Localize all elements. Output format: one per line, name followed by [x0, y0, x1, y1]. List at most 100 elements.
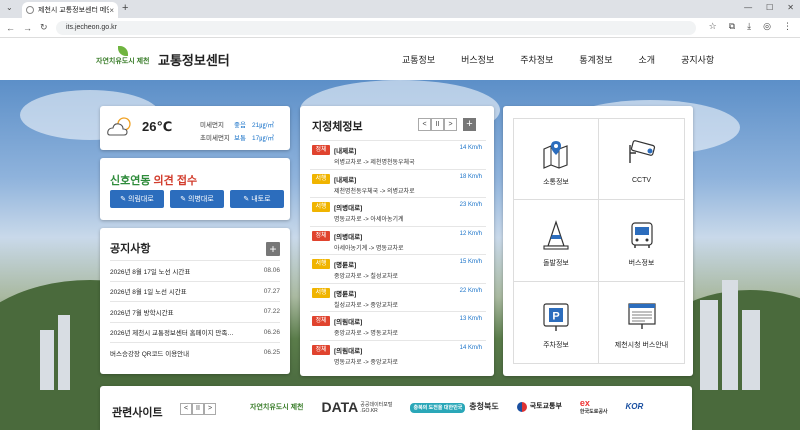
menu-parking[interactable]: P 주차정보: [514, 281, 599, 363]
notice-item-date: 07.27: [263, 287, 280, 295]
data-logo-text: DATA: [321, 398, 359, 415]
browser-tab[interactable]: 제천시 교통정보센터 메인 ×: [22, 2, 118, 18]
notice-title: 공지사항: [110, 243, 151, 255]
ultrafine-dust-label: 초미세먼지: [200, 135, 230, 142]
site-link-kor[interactable]: KOR: [626, 402, 644, 411]
site-link-chungbuk[interactable]: 충북의 도전을 대한민국 충청북도: [410, 401, 499, 413]
list-item[interactable]: 서행 [명륜로] 중앙교차로 -> 칠성교차로 15 Km/h: [310, 254, 486, 283]
new-tab-icon[interactable]: +: [122, 2, 128, 14]
tab-list-chevron-icon[interactable]: ⌄: [6, 3, 13, 12]
menu-cctv[interactable]: CCTV: [599, 119, 684, 201]
road-section: 의병교차로 -> 제천명천동우체국: [334, 160, 415, 166]
related-pause-button[interactable]: II: [192, 403, 204, 415]
url-field[interactable]: its.jecheon.go.kr: [56, 21, 696, 35]
complaint-button-label: 내토로: [251, 196, 271, 203]
road-speed: 14 Km/h: [459, 344, 482, 351]
notice-item-date: 06.25: [263, 349, 280, 357]
related-sites-panel: 관련사이트 < II > 자연치유도시 제천 DATA 공공데이터포털 .GO.KR…: [100, 386, 692, 430]
menu-icon[interactable]: ⋮: [783, 21, 792, 32]
congestion-pause-button[interactable]: II: [431, 118, 444, 131]
road-name: [내제로]: [334, 148, 357, 155]
opinion-icon: ✎: [180, 196, 189, 203]
road-speed: 13 Km/h: [459, 316, 482, 322]
ultrafine-dust: 초미세먼지 보통 17㎍/㎥: [200, 132, 286, 142]
list-item[interactable]: 정체 [의림대로] 중앙교차로 -> 명동교차로 13 Km/h: [310, 311, 486, 340]
menu-cityhall-bus-info[interactable]: 제천시청 버스안내: [599, 282, 684, 363]
ex-logo-text: ex: [579, 398, 590, 408]
related-prev-button[interactable]: <: [180, 403, 192, 415]
complaint-button-naeto[interactable]: ✎ 내토로: [230, 190, 284, 208]
close-tab-icon[interactable]: ×: [109, 6, 114, 15]
forward-icon[interactable]: →: [23, 23, 32, 33]
site-link-data-go-kr[interactable]: DATA 공공데이터포털 .GO.KR: [321, 399, 392, 415]
temperature: 26℃: [142, 119, 173, 134]
related-next-button[interactable]: >: [204, 403, 216, 415]
list-item[interactable]: 2026년 8월 17일 노선 시간표 08.06: [110, 260, 280, 281]
road-name: [의병대로]: [334, 205, 363, 212]
road-section: 중앙교차로 -> 명동교차로: [334, 331, 399, 337]
complaint-button-uibyeong[interactable]: ✎ 의병대로: [170, 190, 224, 208]
menu-bus[interactable]: 버스정보: [599, 200, 684, 282]
back-icon[interactable]: ←: [6, 23, 15, 33]
notice-item-title[interactable]: 2026년 8월 17일 노선 시간표: [110, 266, 240, 276]
notice-more-button[interactable]: +: [266, 242, 280, 256]
site-header: 자연치유도시 제천 교통정보센터 교통정보 버스정보 주차정보 통계정보 소개 …: [0, 38, 800, 80]
complaint-heading-red: 의견 접수: [153, 175, 198, 187]
list-item[interactable]: 정체 [의병대로] 아세아농기계 -> 명동교차로 12 Km/h: [310, 225, 486, 255]
list-item[interactable]: 2026년 8월 1일 노선 시간표 07.27: [110, 280, 280, 302]
congestion-next-button[interactable]: >: [444, 118, 457, 131]
bus-icon: [630, 222, 653, 249]
list-item[interactable]: 2026년 제천시 교통정보센터 홈페이지 만족… 06.26: [110, 321, 280, 343]
list-item[interactable]: 2026년 7월 방학시간표 07.22: [110, 301, 280, 322]
close-window-icon[interactable]: ✕: [787, 3, 794, 12]
site-link-jecheon[interactable]: 자연치유도시 제천: [250, 402, 303, 412]
list-item[interactable]: 정체 [내제로] 의병교차로 -> 제천명천동우체국 14 Km/h: [310, 140, 486, 169]
road-speed: 15 Km/h: [459, 259, 482, 265]
maximize-icon[interactable]: ☐: [766, 3, 773, 12]
list-item[interactable]: 정체 [의림대로] 명동교차로 -> 중앙교차로 14 Km/h: [310, 339, 486, 369]
notice-item-title[interactable]: 2026년 8월 1일 노선 시간표: [110, 286, 240, 296]
menu-label: 소통정보: [543, 179, 569, 186]
nav-bus[interactable]: 버스정보: [461, 53, 494, 66]
signal-complaint-panel: 신호연동 의견 접수 ✎ 의림대로 ✎ 의병대로 ✎ 내토로: [100, 158, 290, 220]
notice-item-title[interactable]: 2026년 제천시 교통정보센터 홈페이지 만족…: [110, 327, 240, 337]
menu-traffic-info[interactable]: 소통정보: [514, 119, 599, 201]
road-section: 명동교차로 -> 중앙교차로: [334, 359, 399, 366]
nav-notice[interactable]: 공지사항: [681, 53, 714, 66]
site-link-molit[interactable]: 국토교통부: [516, 401, 562, 412]
site-link-ex[interactable]: ex 한국도로공사: [580, 398, 608, 415]
site-logo[interactable]: 자연치유도시 제천: [96, 46, 152, 72]
logo-text: 자연치유도시 제천: [96, 58, 150, 65]
congestion-prev-button[interactable]: <: [418, 118, 431, 131]
notice-item-title[interactable]: 2026년 7월 방학시간표: [110, 307, 240, 317]
site-title[interactable]: 교통정보센터: [158, 50, 230, 69]
list-item[interactable]: 서행 [의병대로] 명동교차로 -> 아세아농기계 23 Km/h: [310, 197, 486, 226]
nav-about[interactable]: 소개: [639, 53, 656, 66]
menu-incident[interactable]: 돌발정보: [514, 200, 599, 282]
bookmark-star-icon[interactable]: ☆: [709, 21, 717, 32]
related-controls: < II >: [180, 403, 216, 415]
profile-icon[interactable]: ◎: [763, 21, 771, 32]
list-item[interactable]: 서행 [명륜로] 칠성교차로 -> 중앙교차로 22 Km/h: [310, 282, 486, 312]
chungbuk-tag: 충북의 도전을 대한민국: [410, 403, 466, 413]
nav-traffic[interactable]: 교통정보: [402, 53, 435, 66]
complaint-button-uirim[interactable]: ✎ 의림대로: [110, 190, 164, 208]
congestion-more-button[interactable]: +: [463, 118, 476, 131]
nav-parking[interactable]: 주차정보: [520, 53, 553, 66]
extensions-icon[interactable]: ⧉: [729, 21, 735, 32]
notice-item-title[interactable]: 버스승강장 QR코드 이용안내: [110, 348, 240, 358]
list-item[interactable]: 서행 [내제로] 제천명천동우체국 -> 의병교차로 18 Km/h: [310, 168, 486, 198]
reload-icon[interactable]: ↻: [40, 22, 48, 33]
quick-menu-panel: 소통정보 CCTV 돌발정보 버스정보 P 주차정보 제천시청 버스안내: [503, 106, 693, 376]
road-name: [명륜로]: [334, 290, 357, 298]
list-item[interactable]: 버스승강장 QR코드 이용안내 06.25: [110, 342, 280, 363]
download-icon[interactable]: ⤓: [747, 21, 751, 32]
congestion-controls: < II > +: [418, 118, 476, 131]
minimize-icon[interactable]: —: [744, 3, 752, 12]
svg-text:P: P: [552, 310, 559, 322]
menu-label: 주차정보: [543, 341, 569, 349]
ultrafine-dust-status: 보통: [234, 135, 246, 142]
nav-statistics[interactable]: 통계정보: [579, 53, 612, 66]
parking-icon: P: [543, 303, 569, 331]
status-badge: 정체: [312, 145, 330, 155]
